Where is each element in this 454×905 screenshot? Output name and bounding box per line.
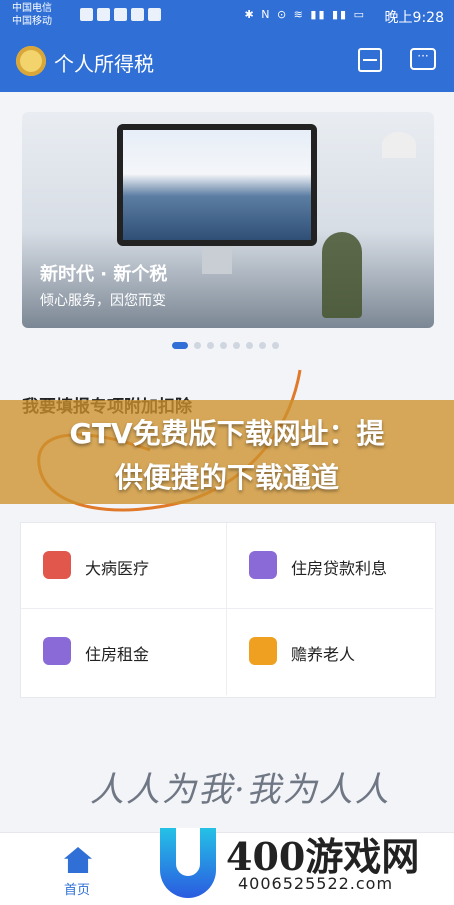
brand-number: 4006525522.com xyxy=(238,874,394,893)
overlay-line-1: GTV免费版下载网址：提 xyxy=(69,417,385,450)
home-icon[interactable] xyxy=(64,847,92,873)
brand-logo-icon xyxy=(160,828,216,898)
tab-home-label[interactable]: 首页 xyxy=(64,879,90,898)
slogan-watermark: 人人为我·我为人人 xyxy=(90,770,391,810)
overlay-caption: GTV免费版下载网址：提 供便捷的下载通道 xyxy=(0,400,454,504)
overlay-line-2: 供便捷的下载通道 xyxy=(114,461,339,494)
brand-name: 400游戏网 xyxy=(226,834,420,879)
